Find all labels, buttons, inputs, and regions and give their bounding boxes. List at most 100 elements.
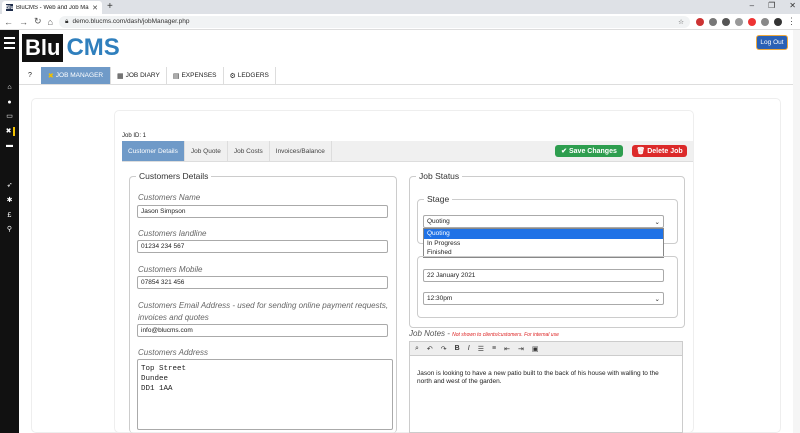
reload-icon[interactable]: ↻ [34, 16, 42, 27]
time-selected-value: 12:30pm [427, 295, 453, 302]
stage-option[interactable]: Quoting [424, 229, 663, 239]
address-bar-row: ← → ↻ ⌂ 🔒︎ demo.blucms.com/dash/jobManag… [0, 14, 800, 30]
notes-editor-toolbar: ⌕ ↶ ↷ B I ☰ ≡ ⇤ ⇥ ▣ [409, 341, 683, 356]
notes-label-text: Job Notes - [409, 329, 453, 338]
home-icon[interactable]: ⌂ [4, 83, 15, 92]
customer-mobile-input[interactable]: 07854 321 456 [137, 276, 388, 289]
gear-icon[interactable]: ✱ [4, 196, 15, 205]
main-nav: ? ✖ JOB MANAGER ▦ JOB DIARY ▤ EXPENSES ⚙… [19, 67, 800, 85]
extension-icon[interactable] [735, 17, 743, 26]
rocket-icon[interactable]: ➶ [4, 181, 15, 190]
numbered-list-icon[interactable]: ≡ [492, 345, 496, 352]
customer-landline-input[interactable]: 01234 234 567 [137, 240, 388, 253]
restore-icon[interactable]: ❐ [768, 1, 775, 10]
job-id: Job ID: 1 [122, 133, 147, 139]
job-date-input[interactable]: 22 January 2021 [423, 269, 664, 282]
logo-blu: Blu [22, 34, 64, 62]
indent-icon[interactable]: ⇥ [518, 345, 524, 353]
pin-icon[interactable]: ⚲ [4, 225, 15, 234]
app-sidebar: ⌂ ● ▭ ✖ ▬ ➶ ✱ £ ⚲ [0, 30, 19, 433]
more-menu-icon[interactable]: ⋮ [787, 16, 796, 27]
home-icon[interactable]: ⌂ [48, 17, 53, 27]
extension-icon[interactable] [696, 17, 704, 26]
extension-icon[interactable] [722, 17, 730, 26]
ledger-icon: ⚙ [229, 72, 236, 80]
browser-tab[interactable]: Blu BluCMS - Web and Job Manager ✕ [2, 1, 102, 14]
extension-icon[interactable] [761, 17, 769, 26]
stage-selected-value: Quoting [427, 218, 450, 225]
find-icon[interactable]: ⌕ [415, 345, 419, 353]
calendar-icon: ▦ [117, 72, 124, 80]
customer-name-label: Customers Name [138, 193, 201, 202]
chevron-down-icon: ⌄ [654, 295, 660, 303]
address-line: DD1 1AA [141, 385, 173, 393]
url-field[interactable]: 🔒︎ demo.blucms.com/dash/jobManager.php ☆ [58, 15, 690, 28]
tab-expenses[interactable]: ▤ EXPENSES [166, 67, 224, 84]
folder-icon[interactable]: ▬ [4, 141, 15, 150]
back-icon[interactable]: ← [4, 17, 13, 27]
forward-icon[interactable]: → [19, 17, 28, 27]
delete-job-button[interactable]: 🗑︎ Delete Job [632, 145, 687, 157]
app-logo[interactable]: Blu CMS [22, 34, 120, 62]
star-icon[interactable]: ☆ [678, 18, 684, 26]
extension-icon[interactable] [709, 17, 717, 26]
chevron-down-icon: ⌄ [654, 218, 660, 226]
new-tab-icon[interactable]: + [107, 1, 113, 12]
subtab-invoices-balance[interactable]: Invoices/Balance [270, 141, 332, 161]
customer-mobile-label: Customers Mobile [138, 265, 203, 274]
users-icon[interactable]: ● [4, 98, 15, 107]
job-status-legend: Job Status [419, 171, 460, 181]
tab-label: EXPENSES [181, 72, 217, 79]
customer-landline-label: Customers landline [138, 229, 207, 238]
customer-email-input[interactable]: info@blucms.com [137, 324, 388, 337]
monitor-icon[interactable]: ▭ [4, 112, 15, 121]
subtab-customer-details[interactable]: Customer Details [122, 141, 185, 161]
favicon-icon: Blu [5, 4, 14, 11]
italic-icon[interactable]: I [468, 345, 470, 352]
profile-icon[interactable] [774, 17, 782, 26]
job-notes-editor[interactable]: Jason is looking to have a new patio bui… [409, 356, 683, 433]
customer-name-input[interactable]: Jason Simpson [137, 205, 388, 218]
tab-job-diary[interactable]: ▦ JOB DIARY [111, 67, 167, 84]
minimize-icon[interactable]: – [750, 1, 754, 10]
url-text: demo.blucms.com/dash/jobManager.php [72, 18, 190, 25]
browser-tabbar: Blu BluCMS - Web and Job Manager ✕ + – ❐… [0, 0, 800, 14]
customer-address-textarea[interactable]: Top Street Dundee DD1 1AA [137, 359, 393, 430]
trash-icon: 🗑︎ [636, 148, 646, 155]
tools-icon: ✖ [47, 72, 54, 80]
redo-icon[interactable]: ↷ [441, 345, 447, 353]
stage-option[interactable]: In Progress [424, 239, 663, 249]
subtab-job-quote[interactable]: Job Quote [185, 141, 228, 161]
tools-icon[interactable]: ✖ [4, 127, 15, 136]
image-icon[interactable]: ▣ [532, 345, 539, 353]
close-window-icon[interactable]: ✕ [789, 1, 796, 10]
outdent-icon[interactable]: ⇤ [504, 345, 510, 353]
delete-label: Delete Job [647, 147, 683, 155]
page-scrollbar[interactable] [793, 30, 800, 433]
customer-email-label: Customers Email Address - used for sendi… [138, 301, 389, 322]
hamburger-menu-icon[interactable] [4, 37, 15, 52]
window-controls: – ❐ ✕ [750, 1, 796, 10]
stage-select[interactable]: Quoting ⌄ [423, 215, 664, 228]
tab-ledgers[interactable]: ⚙ LEDGERS [223, 67, 276, 84]
lock-icon: 🔒︎ [64, 17, 69, 25]
job-time-select[interactable]: 12:30pm ⌄ [423, 292, 664, 305]
tab-label: JOB MANAGER [55, 72, 104, 79]
logout-button[interactable]: Log Out [756, 35, 788, 50]
undo-icon[interactable]: ↶ [427, 345, 433, 353]
bullet-list-icon[interactable]: ☰ [478, 345, 484, 353]
tab-job-manager[interactable]: ✖ JOB MANAGER [41, 67, 111, 84]
pound-icon[interactable]: £ [4, 211, 15, 220]
close-tab-icon[interactable]: ✕ [92, 4, 98, 12]
address-line: Top Street [141, 365, 187, 373]
tab-label: LEDGERS [237, 72, 269, 79]
help-icon[interactable]: ? [19, 67, 41, 84]
address-line: Dundee [141, 375, 169, 383]
subtab-job-costs[interactable]: Job Costs [228, 141, 270, 161]
extension-icon[interactable] [748, 17, 756, 26]
notes-hint: Not shown to clients/customers. For inte… [452, 332, 559, 338]
stage-legend: Stage [427, 194, 450, 204]
save-changes-button[interactable]: ✔ Save Changes [555, 145, 623, 157]
bold-icon[interactable]: B [455, 345, 460, 352]
check-icon: ✔ [561, 148, 567, 155]
